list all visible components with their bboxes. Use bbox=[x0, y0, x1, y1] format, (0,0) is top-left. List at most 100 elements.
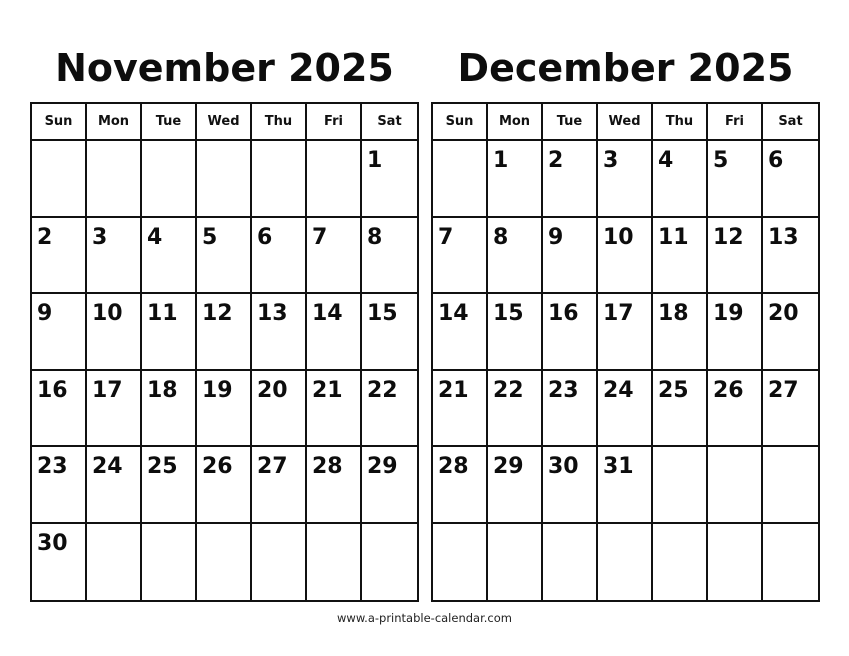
weekday-header: Fri bbox=[307, 104, 362, 141]
day-number: 23 bbox=[548, 377, 579, 403]
day-cell: 28 bbox=[433, 447, 488, 524]
day-number: 14 bbox=[438, 301, 469, 326]
day-cell: 11 bbox=[653, 217, 708, 294]
day-cell bbox=[32, 141, 87, 218]
day-number: 20 bbox=[257, 377, 288, 403]
day-number: 31 bbox=[603, 454, 634, 479]
day-cell: 16 bbox=[32, 370, 87, 447]
weekday-header: Fri bbox=[708, 104, 763, 141]
day-cell: 5 bbox=[197, 217, 252, 294]
day-number: 3 bbox=[603, 148, 619, 173]
day-cell: 3 bbox=[87, 217, 142, 294]
day-cell bbox=[598, 523, 653, 600]
day-cell: 28 bbox=[307, 447, 362, 524]
day-cell: 29 bbox=[362, 447, 417, 524]
day-number: 13 bbox=[257, 301, 288, 326]
day-number: 29 bbox=[493, 454, 524, 479]
day-number: 19 bbox=[713, 301, 744, 326]
day-cell: 11 bbox=[142, 294, 197, 371]
day-cell bbox=[252, 141, 307, 218]
day-cell bbox=[708, 523, 763, 600]
day-number: 16 bbox=[548, 301, 579, 326]
month-title: December 2025 bbox=[457, 46, 794, 90]
day-number: 1 bbox=[367, 148, 383, 173]
day-number: 17 bbox=[92, 377, 123, 403]
day-number: 13 bbox=[768, 224, 799, 250]
weekday-header: Thu bbox=[252, 104, 307, 141]
day-number: 28 bbox=[312, 454, 343, 479]
day-number: 10 bbox=[92, 301, 123, 326]
calendar-grid: Sun Mon Tue Wed Thu Fri Sat 1 2 3 4 5 6 7 8 9 10 11 12 13 14… bbox=[431, 102, 820, 602]
day-cell: 15 bbox=[362, 294, 417, 371]
day-cell bbox=[543, 523, 598, 600]
weekday-header: Mon bbox=[87, 104, 142, 141]
weekday-header: Wed bbox=[197, 104, 252, 141]
day-number: 18 bbox=[658, 301, 689, 326]
day-cell: 27 bbox=[252, 447, 307, 524]
weekday-header: Sun bbox=[433, 104, 488, 141]
day-number: 19 bbox=[202, 377, 233, 403]
day-cell bbox=[763, 447, 818, 524]
day-cell bbox=[307, 523, 362, 600]
day-cell: 2 bbox=[543, 141, 598, 218]
day-number: 11 bbox=[658, 224, 689, 250]
day-number: 8 bbox=[367, 224, 383, 250]
weekday-header: Mon bbox=[488, 104, 543, 141]
day-cell: 12 bbox=[197, 294, 252, 371]
day-number: 2 bbox=[548, 148, 564, 173]
day-cell: 20 bbox=[763, 294, 818, 371]
day-number: 7 bbox=[312, 224, 328, 250]
day-number: 28 bbox=[438, 454, 469, 479]
day-cell: 22 bbox=[362, 371, 417, 447]
day-cell bbox=[433, 523, 488, 600]
day-number: 21 bbox=[438, 377, 469, 403]
day-cell: 30 bbox=[32, 523, 87, 600]
day-cell bbox=[252, 523, 307, 600]
day-cell: 13 bbox=[763, 218, 818, 294]
day-cell: 6 bbox=[763, 141, 818, 218]
day-cell bbox=[763, 524, 818, 601]
day-cell: 25 bbox=[653, 370, 708, 447]
month-title: November 2025 bbox=[55, 46, 394, 90]
day-cell: 7 bbox=[433, 217, 488, 294]
day-cell: 4 bbox=[142, 217, 197, 294]
day-number: 3 bbox=[92, 224, 108, 250]
day-number: 27 bbox=[768, 377, 799, 403]
day-number: 12 bbox=[202, 301, 233, 326]
day-cell: 19 bbox=[197, 370, 252, 447]
day-number: 12 bbox=[713, 224, 744, 250]
day-cell: 21 bbox=[433, 370, 488, 447]
day-number: 4 bbox=[147, 224, 163, 250]
day-number: 22 bbox=[493, 377, 524, 403]
day-number: 24 bbox=[603, 377, 634, 403]
day-cell: 31 bbox=[598, 447, 653, 524]
day-number: 16 bbox=[37, 377, 68, 403]
day-number: 25 bbox=[658, 377, 689, 403]
day-cell: 13 bbox=[252, 294, 307, 371]
day-number: 9 bbox=[548, 224, 564, 250]
day-number: 11 bbox=[147, 301, 178, 326]
day-cell: 4 bbox=[653, 141, 708, 218]
day-cell: 9 bbox=[32, 294, 87, 371]
day-number: 6 bbox=[257, 224, 273, 250]
day-cell: 19 bbox=[708, 294, 763, 371]
day-number: 20 bbox=[768, 301, 799, 326]
day-cell: 7 bbox=[307, 217, 362, 294]
day-cell: 29 bbox=[488, 447, 543, 524]
day-cell bbox=[87, 523, 142, 600]
day-cell: 10 bbox=[598, 217, 653, 294]
day-cell bbox=[307, 141, 362, 218]
day-number: 21 bbox=[312, 377, 343, 403]
day-cell bbox=[142, 141, 197, 218]
weekday-header: Sat bbox=[362, 104, 417, 141]
day-cell bbox=[488, 523, 543, 600]
day-number: 9 bbox=[37, 301, 53, 326]
day-cell: 30 bbox=[543, 447, 598, 524]
weekday-header: Wed bbox=[598, 104, 653, 141]
day-cell: 26 bbox=[197, 447, 252, 524]
day-cell bbox=[362, 524, 417, 601]
day-cell bbox=[433, 141, 488, 218]
day-number: 29 bbox=[367, 454, 398, 479]
day-number: 17 bbox=[603, 301, 634, 326]
day-number: 14 bbox=[312, 301, 343, 326]
